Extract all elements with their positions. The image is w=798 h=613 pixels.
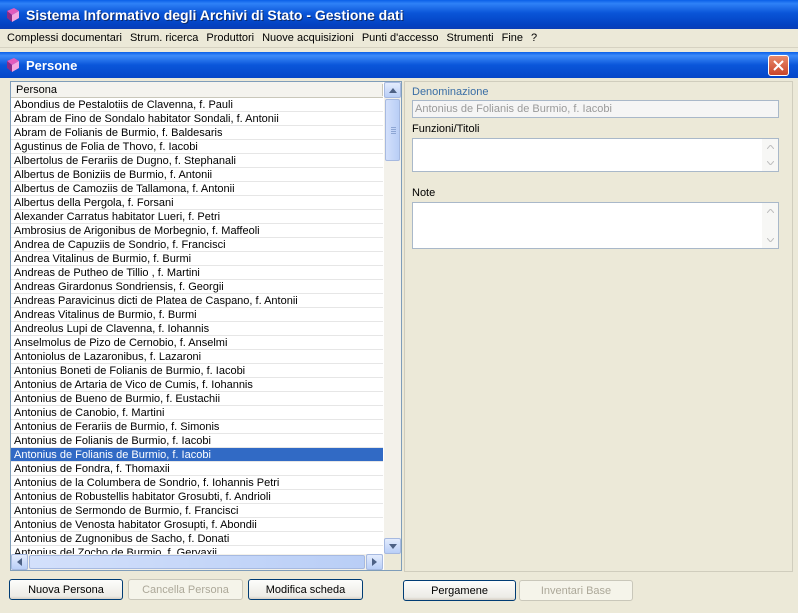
- list-item[interactable]: Abram de Fino de Sondalo habitator Sonda…: [11, 112, 383, 126]
- list-item[interactable]: Ambrosius de Arigonibus de Morbegnio, f.…: [11, 224, 383, 238]
- list-item[interactable]: Antonius de Venosta habitator Grosupti, …: [11, 518, 383, 532]
- list-item[interactable]: Andreas Girardonus Sondriensis, f. Georg…: [11, 280, 383, 294]
- persone-window: Persone Persona Abondius de Pestalotiis …: [0, 52, 798, 613]
- note-scrollbar[interactable]: [762, 203, 778, 248]
- list-item[interactable]: Antonius del Zocho de Burmio, f. Gervaxi…: [11, 546, 383, 554]
- modifica-scheda-button[interactable]: Modifica scheda: [248, 579, 363, 600]
- list-item[interactable]: Antoniolus de Lazaronibus, f. Lazaroni: [11, 350, 383, 364]
- menu-complessi[interactable]: Complessi documentari: [3, 32, 126, 44]
- horizontal-scrollbar[interactable]: [11, 554, 383, 570]
- list-item[interactable]: Antonius Boneti de Folianis de Burmio, f…: [11, 364, 383, 378]
- list-item[interactable]: Albertus de Camoziis de Tallamona, f. An…: [11, 182, 383, 196]
- app-title: Sistema Informativo degli Archivi di Sta…: [26, 6, 404, 23]
- column-header-label: Persona: [16, 83, 57, 96]
- arrow-up-icon: [766, 209, 774, 213]
- list-item[interactable]: Antonius de Bueno de Burmio, f. Eustachi…: [11, 392, 383, 406]
- list-item[interactable]: Alexander Carratus habitator Lueri, f. P…: [11, 210, 383, 224]
- list-item[interactable]: Antonius de Folianis de Burmio, f. Iacob…: [11, 448, 383, 462]
- window-book-icon: [7, 58, 19, 72]
- funzioni-scrollbar[interactable]: [762, 139, 778, 171]
- note-label: Note: [412, 187, 436, 199]
- column-header-persona[interactable]: Persona: [11, 82, 383, 98]
- menu-bar: Complessi documentari Strum. ricerca Pro…: [0, 29, 798, 48]
- funzioni-field[interactable]: [412, 138, 779, 172]
- close-icon: [773, 60, 784, 71]
- cancella-persona-button[interactable]: Cancella Persona: [128, 579, 243, 600]
- list-item[interactable]: Andrea de Capuziis de Sondrio, f. Franci…: [11, 238, 383, 252]
- list-item[interactable]: Antonius de Canobio, f. Martini: [11, 406, 383, 420]
- note-scroll-down[interactable]: [762, 232, 778, 248]
- list-item[interactable]: Andreas Vitalinus de Burmio, f. Burmi: [11, 308, 383, 322]
- list-item[interactable]: Agustinus de Folia de Thovo, f. Iacobi: [11, 140, 383, 154]
- list-item[interactable]: Abondius de Pestalotiis de Clavenna, f. …: [11, 98, 383, 112]
- arrow-up-icon: [766, 145, 774, 149]
- note-field[interactable]: [412, 202, 779, 249]
- inventari-base-button[interactable]: Inventari Base: [519, 580, 633, 601]
- arrow-left-icon: [17, 558, 22, 566]
- list-item[interactable]: Andreas Paravicinus dicti de Platea de C…: [11, 294, 383, 308]
- scroll-up-button[interactable]: [384, 82, 401, 98]
- list-item[interactable]: Antonius de Artaria de Vico de Cumis, f.…: [11, 378, 383, 392]
- horizontal-scroll-thumb[interactable]: [29, 555, 365, 569]
- list-item[interactable]: Antonius de Robustellis habitator Grosub…: [11, 490, 383, 504]
- scroll-left-button[interactable]: [11, 554, 28, 570]
- persone-list[interactable]: Persona Abondius de Pestalotiis de Clave…: [10, 81, 402, 571]
- menu-punti-accesso[interactable]: Punti d'accesso: [358, 32, 443, 44]
- arrow-down-icon: [766, 161, 774, 165]
- persone-titlebar: Persone: [0, 52, 798, 78]
- note-scroll-up[interactable]: [762, 203, 778, 219]
- funzioni-scroll-down[interactable]: [762, 155, 778, 171]
- menu-nuove-acquisizioni[interactable]: Nuove acquisizioni: [258, 32, 358, 44]
- arrow-up-icon: [388, 87, 397, 93]
- scrollbar-corner: [384, 554, 401, 570]
- persone-title: Persone: [26, 57, 78, 73]
- denominazione-label: Denominazione: [412, 86, 489, 98]
- list-body: Abondius de Pestalotiis de Clavenna, f. …: [11, 98, 383, 554]
- list-item[interactable]: Antonius de la Columbera de Sondrio, f. …: [11, 476, 383, 490]
- list-item[interactable]: Antonius de Zugnonibus de Sacho, f. Dona…: [11, 532, 383, 546]
- persone-client: Persona Abondius de Pestalotiis de Clave…: [3, 78, 795, 609]
- app-titlebar: Sistema Informativo degli Archivi di Sta…: [0, 0, 798, 29]
- list-item[interactable]: Albertolus de Ferariis de Dugno, f. Step…: [11, 154, 383, 168]
- arrow-down-icon: [766, 238, 774, 242]
- scroll-down-button[interactable]: [384, 538, 401, 554]
- list-item[interactable]: Albertus de Boniziis de Burmio, f. Anton…: [11, 168, 383, 182]
- funzioni-label: Funzioni/Titoli: [412, 123, 480, 135]
- list-item[interactable]: Anselmolus de Pizo de Cernobio, f. Ansel…: [11, 336, 383, 350]
- list-item[interactable]: Abram de Folianis de Burmio, f. Baldesar…: [11, 126, 383, 140]
- nuova-persona-button[interactable]: Nuova Persona: [9, 579, 123, 600]
- menu-strumenti-ricerca[interactable]: Strum. ricerca: [126, 32, 202, 44]
- list-item[interactable]: Andrea Vitalinus de Burmio, f. Burmi: [11, 252, 383, 266]
- vertical-scroll-thumb[interactable]: [385, 99, 400, 161]
- arrow-down-icon: [388, 543, 397, 549]
- menu-fine[interactable]: Fine: [498, 32, 527, 44]
- list-item[interactable]: Antonius de Ferariis de Burmio, f. Simon…: [11, 420, 383, 434]
- funzioni-scroll-up[interactable]: [762, 139, 778, 155]
- list-item[interactable]: Antonius de Folianis de Burmio, f. Iacob…: [11, 434, 383, 448]
- list-item[interactable]: Antonius de Fondra, f. Thomaxii: [11, 462, 383, 476]
- close-button[interactable]: [768, 55, 789, 76]
- list-item[interactable]: Andreas de Putheo de Tillio , f. Martini: [11, 266, 383, 280]
- vertical-scrollbar[interactable]: [384, 82, 401, 554]
- list-item[interactable]: Antonius de Sermondo de Burmio, f. Franc…: [11, 504, 383, 518]
- detail-panel: Denominazione Antonius de Folianis de Bu…: [404, 81, 793, 572]
- pergamene-button[interactable]: Pergamene: [403, 580, 516, 601]
- list-item[interactable]: Andreolus Lupi de Clavenna, f. Iohannis: [11, 322, 383, 336]
- app-book-icon: [7, 7, 19, 22]
- scroll-right-button[interactable]: [366, 554, 383, 570]
- menu-produttori[interactable]: Produttori: [202, 32, 258, 44]
- thumb-grip-icon: [391, 127, 396, 134]
- menu-help[interactable]: ?: [527, 32, 541, 44]
- denominazione-field[interactable]: Antonius de Folianis de Burmio, f. Iacob…: [412, 100, 779, 118]
- arrow-right-icon: [372, 558, 377, 566]
- menu-strumenti[interactable]: Strumenti: [443, 32, 498, 44]
- list-item[interactable]: Albertus della Pergola, f. Forsani: [11, 196, 383, 210]
